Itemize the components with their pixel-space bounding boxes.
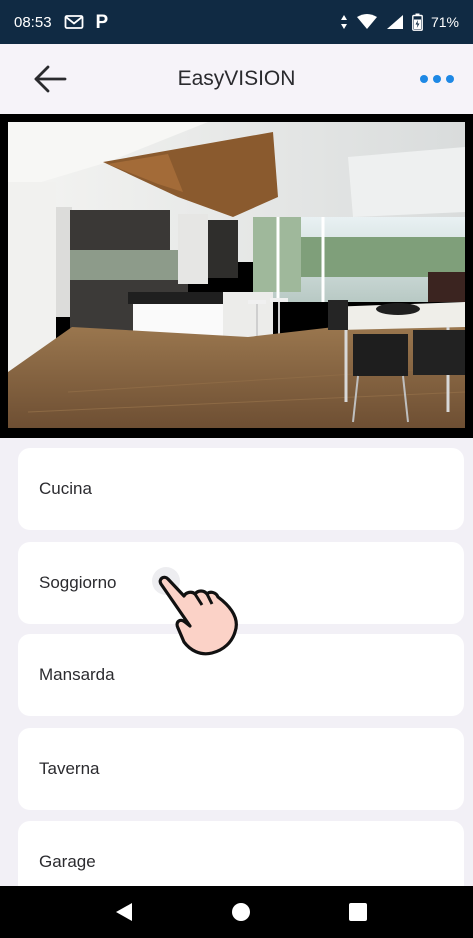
- status-left: 08:53 P: [14, 13, 108, 32]
- parking-icon: P: [95, 11, 109, 33]
- room-label: Cucina: [39, 479, 92, 498]
- wifi-icon: [356, 14, 378, 30]
- room-list: Cucina Soggiorno Mansarda Taverna Garage: [0, 438, 473, 886]
- signal-icon: [386, 14, 404, 30]
- nav-back-button[interactable]: [110, 898, 138, 926]
- recents-square-icon: [349, 903, 367, 921]
- page-title: EasyVISION: [177, 67, 296, 90]
- arrow-left-icon: [34, 65, 67, 93]
- room-item-garage[interactable]: Garage: [18, 821, 464, 886]
- room-item-taverna[interactable]: Taverna: [18, 728, 464, 810]
- room-item-cucina[interactable]: Cucina: [18, 448, 464, 530]
- status-right: 71%: [340, 13, 459, 31]
- battery-icon: [412, 13, 423, 31]
- room-label: Taverna: [39, 759, 100, 778]
- app-bar: EasyVISION: [0, 44, 473, 114]
- gmail-icon: [64, 14, 84, 30]
- more-options-button[interactable]: [415, 64, 459, 94]
- data-arrows-icon: [340, 14, 348, 30]
- status-time: 08:53: [14, 13, 52, 31]
- camera-view[interactable]: [0, 114, 473, 438]
- nav-home-button[interactable]: [227, 898, 255, 926]
- room-label: Garage: [39, 852, 96, 871]
- room-label: Mansarda: [39, 665, 115, 684]
- battery-percent: 71%: [430, 14, 459, 30]
- navigation-bar: [0, 886, 473, 938]
- more-dots-icon: [420, 75, 454, 83]
- nav-recents-button[interactable]: [344, 898, 372, 926]
- room-item-soggiorno[interactable]: Soggiorno: [18, 542, 464, 624]
- room-item-mansarda[interactable]: Mansarda: [18, 634, 464, 716]
- back-triangle-icon: [116, 903, 132, 921]
- camera-image: [8, 122, 465, 428]
- home-circle-icon: [232, 903, 250, 921]
- room-label: Soggiorno: [39, 573, 117, 592]
- back-button[interactable]: [30, 61, 70, 97]
- status-bar: 08:53 P 71%: [0, 0, 473, 44]
